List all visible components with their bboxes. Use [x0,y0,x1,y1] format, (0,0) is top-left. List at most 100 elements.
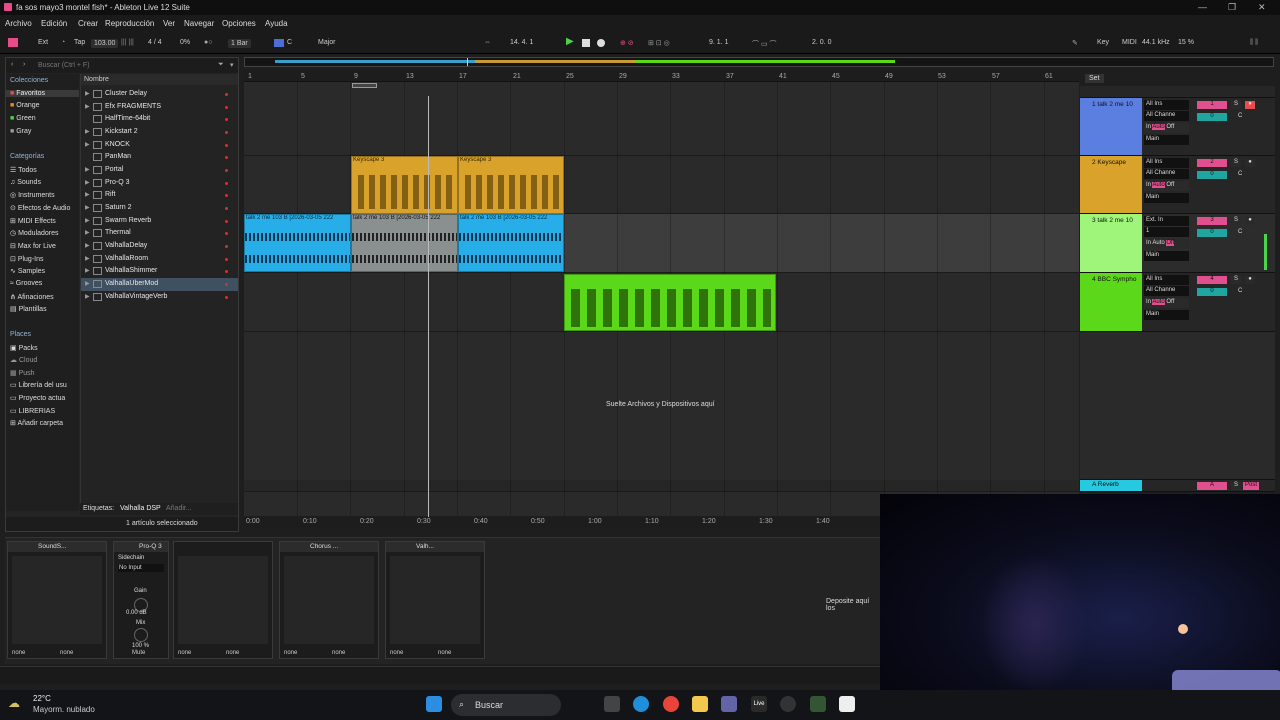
task-view-icon[interactable] [604,696,620,712]
midi-clip-bbc[interactable] [564,274,776,331]
layout-icon[interactable]: ⫼ ⫼ [1250,39,1258,47]
arrangement-view[interactable]: 1 5 9 13 17 21 25 29 33 37 41 45 49 53 5… [244,70,1079,516]
key-select[interactable]: C [287,39,292,46]
menu-archivo[interactable]: Archivo [5,19,32,28]
list-item[interactable]: ▶ Kickstart 2 [81,126,238,139]
sidebar-item-audio-effects[interactable]: ⊙ Efectos de Audio [10,204,70,212]
sidebar-item-max-for-live[interactable]: ⊟ Max for Live [10,242,56,250]
device-title[interactable]: SoundS... [8,542,106,552]
list-item[interactable]: ▶ Thermal [81,227,238,240]
list-item[interactable]: ▶ ValhallaVintageVerb [81,291,238,304]
device-footer-select[interactable]: none [178,650,191,656]
track-name[interactable]: A Reverb [1080,480,1142,491]
list-item[interactable]: ▶ KNOCK [81,139,238,152]
arm-button[interactable]: ● [1245,101,1255,109]
sidebar-item-green[interactable]: ■ Green [10,115,36,122]
time-ruler[interactable]: 0:00 0:10 0:20 0:30 0:40 0:50 1:00 1:10 … [244,517,880,528]
menu-reproduccion[interactable]: Reproducción [105,19,154,28]
return-track-a[interactable]: A Reverb A S Post [1080,480,1275,492]
output-select[interactable]: Main [1144,193,1189,203]
sidebar-item-todos[interactable]: ☰ Todos [10,166,37,174]
track-activator[interactable]: 3 [1197,217,1227,225]
device-footer-select[interactable]: none [284,650,297,656]
return-lane[interactable] [244,480,1079,492]
song-position[interactable]: 14. 4. 1 [510,39,533,46]
quantization-select[interactable]: 1 Bar [228,39,251,48]
edge-icon[interactable] [633,696,649,712]
start-icon[interactable] [426,696,442,712]
monitor-switch[interactable]: In Auto Off [1144,123,1189,133]
menu-ver[interactable]: Ver [163,19,175,28]
sidebar-item-favoritos[interactable]: ■ Favoritos [6,90,79,97]
track-activator[interactable]: 4 [1197,276,1227,284]
solo-button[interactable]: S [1231,482,1241,490]
empty-track-area[interactable] [1080,332,1275,480]
file-explorer-icon[interactable] [692,696,708,712]
stop-icon[interactable] [582,39,590,47]
device-footer-select[interactable]: none [390,650,403,656]
loop-start[interactable]: 9. 1. 1 [709,39,728,46]
time-signature[interactable]: 4 / 4 [148,39,162,46]
midi-map-button[interactable]: MIDI [1122,39,1137,46]
input-type-select[interactable]: All Ins [1144,100,1189,110]
close-icon[interactable]: ✕ [1258,2,1266,13]
arm-button[interactable]: ● [1245,276,1255,284]
tag-chip[interactable]: Valhalla DSP [120,505,161,512]
filter-icon[interactable]: ⏷ [218,61,224,69]
list-item[interactable]: ▶ ValhallaShimmer [81,265,238,278]
track-header-4[interactable]: 4 BBC Sympho All Ins All Channe In Auto … [1080,273,1275,332]
sidebar-item-templates[interactable]: ▤ Plantillas [10,305,47,313]
list-item[interactable]: PanMan [81,151,238,164]
audio-clip-talk[interactable]: talk 2 me 103 B [2026-03-05 222 [458,214,564,272]
menu-edicion[interactable]: Edición [41,19,67,28]
device-footer-select[interactable]: none [60,650,73,656]
midi-clip-keyscape[interactable]: Keyscape 3 [351,156,458,214]
sidebar-item-grooves[interactable]: ≈ Grooves [10,280,42,287]
scale-select[interactable]: Major [318,39,336,46]
sidebar-item-push[interactable]: ▦ Push [10,369,35,377]
input-channel-select[interactable]: All Channe [1144,111,1189,121]
list-item[interactable]: ▶ ValhallaRoom [81,253,238,266]
list-item[interactable]: ▶ Saturn 2 [81,202,238,215]
list-item[interactable]: ▶ Cluster Delay [81,88,238,101]
weather-desc[interactable]: Mayorm. nublado [33,705,95,714]
output-select[interactable]: Main [1144,135,1189,145]
sidebar-item-plugins[interactable]: ⊡ Plug-Ins [10,255,44,263]
restore-icon[interactable]: ❐ [1228,2,1236,13]
midi-clip-keyscape[interactable]: Keyscape 3 [458,156,564,214]
track-volume[interactable]: 0 [1197,229,1227,237]
solo-button[interactable]: S [1231,217,1241,225]
tap-button[interactable]: Tap [74,39,85,46]
set-button[interactable]: Set [1085,74,1104,83]
input-type-select[interactable]: All Ins [1144,158,1189,168]
chevron-down-icon[interactable]: ▾ [230,61,234,69]
menu-ayuda[interactable]: Ayuda [265,19,288,28]
track-activator[interactable]: 2 [1197,159,1227,167]
input-channel-select[interactable]: All Channe [1144,169,1189,179]
track-name[interactable]: 2 Keyscape [1080,156,1142,213]
track-name[interactable]: 3 talk 2 me 10 [1080,214,1142,272]
sidebar-item-sounds[interactable]: ♫ Sounds [10,179,41,186]
track-activator[interactable]: 1 [1197,101,1227,109]
solo-button[interactable]: S [1231,159,1241,167]
back-icon[interactable]: ‹ [11,61,13,68]
track-header-3[interactable]: 3 talk 2 me 10 Ext. In 1 In Auto Off Mai… [1080,214,1275,273]
input-type-select[interactable]: Ext. In [1144,216,1189,226]
key-map-button[interactable]: Key [1097,39,1109,46]
follow-icon[interactable]: ●○ [204,39,212,46]
device-title[interactable]: Valh... [386,542,484,552]
device-pro-q3[interactable]: Pro-Q 3 Sidechain No Input Gain 0.00 dB … [113,541,169,659]
sidebar-item-packs[interactable]: ▣ Packs [10,344,38,352]
sidebar-item-samples[interactable]: ∿ Samples [10,267,45,275]
minimize-icon[interactable]: — [1198,2,1207,12]
metronome-icon[interactable]: ◔ [61,39,65,46]
automation-arm-icon[interactable]: ⊞ ⊡ ◎ [648,39,670,47]
punch-in-icon[interactable]: ⌒ ▭ ⌒ [752,39,777,49]
output-select[interactable]: Main [1144,251,1189,261]
sidebar-item-orange[interactable]: ■ Orange [10,102,40,109]
search-input[interactable]: Buscar (Ctrl + F) [38,62,90,69]
weather-icon[interactable]: ☁ [8,696,20,710]
menu-crear[interactable]: Crear [78,19,98,28]
audio-clip-talk[interactable]: talk 2 me 103 B [2026-03-05 222 [244,214,351,272]
sidebar-item-gray[interactable]: ■ Gray [10,128,31,135]
